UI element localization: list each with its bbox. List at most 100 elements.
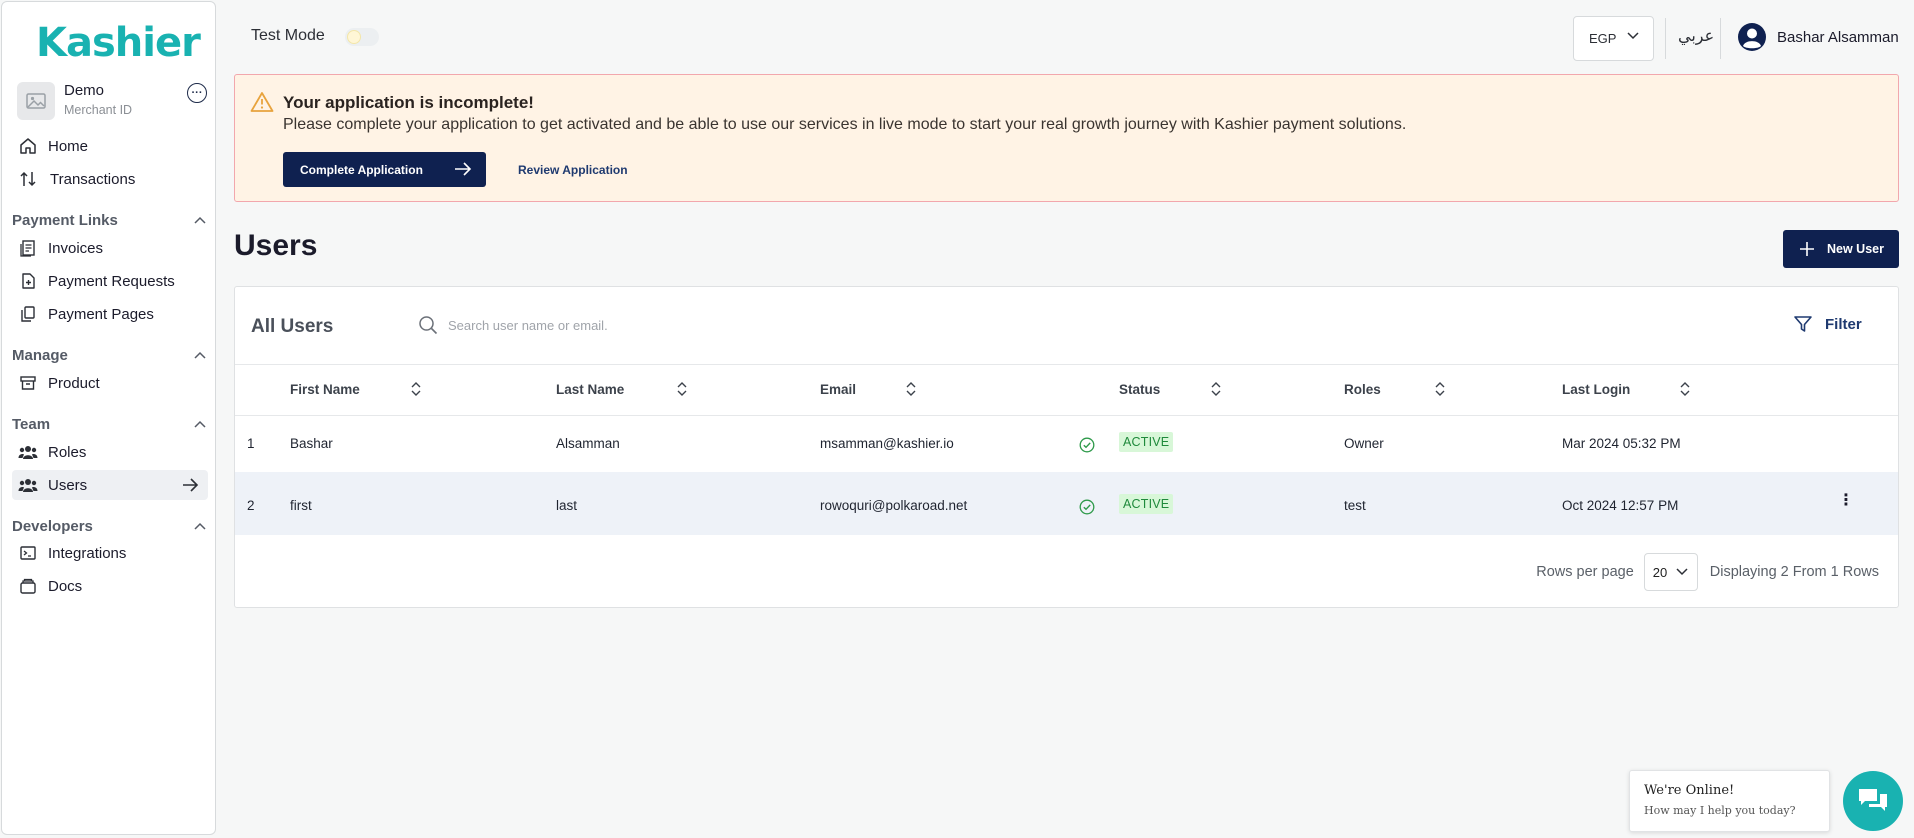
first-name-cell: first [290,498,312,513]
sort-icon [1211,382,1221,396]
column-status[interactable]: Status [1119,382,1160,397]
filter-button[interactable]: Filter [1793,314,1862,334]
sidebar-item-product[interactable]: Product [12,368,208,398]
kashier-logo[interactable]: Kashier [36,20,201,66]
merchant-switcher[interactable]: Demo Merchant ID ··· [17,82,207,122]
plus-icon [1800,242,1814,256]
review-application-button[interactable]: Review Application [518,163,628,177]
sort-icon [1435,382,1445,396]
sidebar-item-label: Product [48,374,100,392]
application-incomplete-alert: Your application is incomplete! Please c… [234,74,1899,202]
column-roles[interactable]: Roles [1344,382,1381,397]
last-name-cell: Alsamman [556,436,620,451]
alert-title: Your application is incomplete! [283,93,534,112]
users-group-icon [18,475,38,495]
rows-per-page-label: Rows per page [1536,564,1634,580]
section-developers[interactable]: Developers [12,515,206,537]
sidebar-item-label: Payment Requests [48,272,175,290]
section-label: Payment Links [12,211,118,229]
chat-greeting[interactable]: We're Online! How may I help you today? [1629,770,1830,832]
chat-launcher-button[interactable] [1843,771,1903,831]
new-user-button[interactable]: New User [1783,230,1899,268]
sidebar: Kashier Demo Merchant ID ··· Home Transa… [1,1,216,835]
alert-message: Please complete your application to get … [283,116,1407,133]
page-title: Users [234,229,318,262]
sidebar-item-label: Home [48,137,89,155]
sidebar-item-label: Users [48,476,88,494]
image-placeholder-icon [26,93,46,109]
table-row[interactable]: 2 first last rowoquri@polkaroad.net ACTI… [235,472,1898,535]
currency-value: EGP [1589,31,1617,46]
warning-icon [250,92,274,112]
rows-per-page-select[interactable]: 20 [1643,553,1698,591]
section-team[interactable]: Team [12,413,206,435]
user-avatar-icon [1738,23,1766,51]
test-mode-label: Test Mode [251,27,325,44]
column-last-name[interactable]: Last Name [556,382,624,397]
search-icon [419,316,438,335]
transfer-arrows-icon [18,169,38,189]
last-login-cell: Oct 2024 12:57 PM [1562,498,1679,513]
column-first-name[interactable]: First Name [290,382,360,397]
sidebar-item-docs[interactable]: Docs [12,571,208,601]
filter-label: Filter [1825,315,1862,333]
arrow-right-icon [183,478,199,492]
sidebar-item-home[interactable]: Home [12,131,208,161]
card-heading: All Users [251,316,334,337]
chat-line-1: We're Online! [1644,783,1735,798]
sidebar-item-label: Transactions [50,170,136,188]
chevron-up-icon [194,351,206,359]
section-payment-links[interactable]: Payment Links [12,209,206,231]
row-index: 2 [247,498,255,513]
language-switch[interactable]: عربي [1678,26,1714,45]
rows-per-page-value: 20 [1652,564,1668,580]
merchant-avatar [17,82,55,120]
sidebar-item-integrations[interactable]: Integrations [12,538,208,568]
search-input[interactable] [448,317,888,333]
terminal-icon [18,543,38,563]
test-mode-toggle[interactable] [345,28,379,46]
request-document-icon [18,271,38,291]
row-actions-kebab-icon[interactable]: ⋮ [1838,493,1854,509]
section-manage[interactable]: Manage [12,344,206,366]
column-last-login[interactable]: Last Login [1562,382,1630,397]
user-menu[interactable]: Bashar Alsamman [1737,22,1899,52]
toggle-knob [347,30,361,44]
sidebar-item-payment-requests[interactable]: Payment Requests [12,266,208,296]
merchant-name: Demo [64,82,105,99]
email-cell: rowoquri@polkaroad.net [820,498,968,513]
more-options-icon[interactable]: ··· [187,83,207,103]
sort-icon [411,382,421,396]
divider [1720,18,1721,59]
user-name: Bashar Alsamman [1777,28,1899,46]
status-badge: ACTIVE [1119,494,1174,514]
email-cell: msamman@kashier.io [820,436,954,451]
last-login-cell: Mar 2024 05:32 PM [1562,436,1681,451]
search-box[interactable] [418,310,918,340]
button-label: Complete Application [300,162,423,177]
last-name-cell: last [556,498,578,513]
sidebar-item-users[interactable]: Users [12,470,208,500]
role-cell: test [1344,498,1366,513]
currency-select[interactable]: EGP [1573,16,1654,61]
users-group-icon [18,442,38,462]
sidebar-item-payment-pages[interactable]: Payment Pages [12,299,208,329]
verified-check-icon [1079,499,1095,515]
sidebar-item-label: Invoices [48,239,104,257]
chevron-up-icon [194,522,206,530]
column-email[interactable]: Email [820,382,856,397]
home-icon [18,136,38,156]
role-cell: Owner [1344,436,1384,451]
sort-icon [1680,382,1690,396]
section-label: Developers [12,517,93,535]
complete-application-button[interactable]: Complete Application [283,152,486,187]
sidebar-item-roles[interactable]: Roles [12,437,208,467]
arrow-right-icon [455,162,472,176]
invoice-icon [18,238,38,258]
pagination: Rows per page 20 Displaying 2 From 1 Row… [1536,553,1879,591]
sidebar-item-invoices[interactable]: Invoices [12,233,208,263]
table-row[interactable]: 1 Bashar Alsamman msamman@kashier.io ACT… [235,417,1898,472]
sidebar-item-transactions[interactable]: Transactions [12,164,208,194]
chat-bubbles-icon [1859,789,1887,811]
copy-pages-icon [18,304,38,324]
